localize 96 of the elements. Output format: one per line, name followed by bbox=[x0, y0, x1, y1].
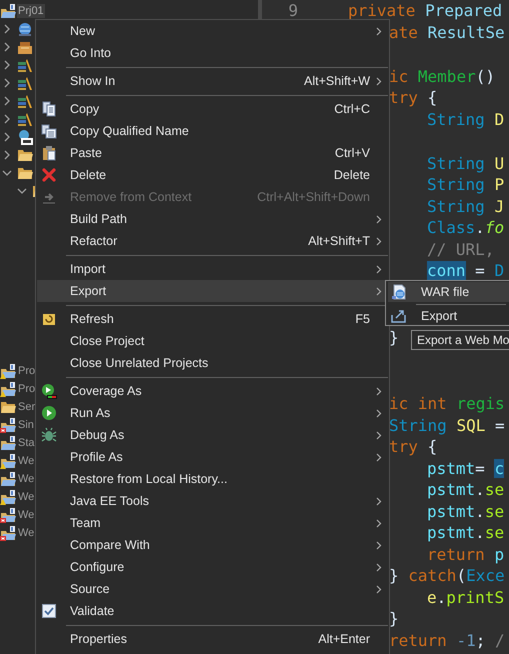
code-line: try { bbox=[389, 437, 438, 456]
tree-item-label[interactable]: Sin bbox=[17, 418, 35, 432]
menu-item[interactable]: Show In Alt+Shift+W bbox=[37, 70, 388, 92]
delete-icon bbox=[41, 167, 57, 183]
paste-icon bbox=[41, 145, 57, 161]
tree-item-label[interactable]: Ser bbox=[17, 400, 36, 414]
books-icon bbox=[17, 93, 33, 109]
menu-item[interactable]: Debug As bbox=[37, 424, 388, 446]
books-icon bbox=[17, 111, 33, 127]
tree-item-label[interactable]: We bbox=[17, 526, 36, 540]
server-icon bbox=[17, 129, 33, 145]
menu-item[interactable]: Validate bbox=[37, 600, 388, 622]
menu-item[interactable]: Coverage As bbox=[37, 380, 388, 402]
project-folder-icon bbox=[0, 3, 16, 19]
menu-item[interactable]: Paste Ctrl+V bbox=[37, 142, 388, 164]
menu-item[interactable]: New bbox=[37, 20, 388, 42]
menu-item[interactable]: Build Path bbox=[37, 208, 388, 230]
menu-item[interactable]: Copy Qualified Name bbox=[37, 120, 388, 142]
code-line: ate ResultSe bbox=[389, 22, 505, 42]
code-line: pstmt.se bbox=[427, 502, 504, 521]
copy-icon bbox=[41, 123, 57, 139]
menu-item[interactable]: Properties Alt+Enter bbox=[37, 628, 388, 650]
code-line: conn = D bbox=[427, 261, 504, 280]
project-folder-icon bbox=[0, 435, 16, 451]
menu-item[interactable]: Close Project bbox=[37, 330, 388, 352]
tree-item-label[interactable]: We bbox=[17, 454, 36, 468]
project-folder-icon bbox=[0, 417, 16, 433]
project-folder-icon bbox=[0, 471, 16, 487]
coverage-icon bbox=[41, 383, 57, 399]
bug-icon bbox=[41, 427, 57, 443]
code-line: Class.fo bbox=[427, 218, 504, 238]
folder-icon bbox=[17, 147, 33, 163]
project-folder-icon bbox=[0, 363, 16, 379]
tree-item-label[interactable]: We bbox=[17, 490, 36, 504]
menu-item[interactable]: Restore from Local History... bbox=[37, 468, 388, 490]
checkbox-icon bbox=[41, 603, 57, 619]
menu-item[interactable]: Java EE Tools bbox=[37, 490, 388, 512]
code-line: } catch(Exce bbox=[389, 566, 505, 586]
code-line: String J bbox=[427, 196, 504, 216]
menu-item[interactable]: Configure bbox=[37, 556, 388, 578]
menu-item[interactable]: Go Into bbox=[37, 42, 388, 64]
project-folder-icon bbox=[0, 507, 16, 523]
folder-icon bbox=[0, 399, 16, 415]
code-line: return -1; / bbox=[389, 630, 505, 650]
code-line: pstmt= c bbox=[427, 458, 504, 478]
tree-item-label[interactable]: Sta bbox=[17, 436, 36, 450]
project-folder-icon bbox=[0, 489, 16, 505]
code-line: String U bbox=[427, 154, 504, 173]
code-line: } bbox=[389, 328, 399, 347]
jar-icon bbox=[17, 39, 33, 55]
menu-item[interactable]: Delete Delete bbox=[37, 164, 388, 186]
tree-item-label[interactable]: We bbox=[17, 508, 36, 522]
code-line: return p bbox=[427, 544, 504, 564]
menu-item[interactable]: Close Unrelated Projects bbox=[37, 352, 388, 374]
code-line: String D bbox=[427, 110, 504, 129]
run-icon bbox=[41, 405, 57, 421]
code-line: } bbox=[389, 609, 399, 628]
menu-item[interactable]: Team bbox=[37, 512, 388, 534]
menu-item[interactable]: Compare With bbox=[37, 534, 388, 556]
menu-item[interactable]: WAR file bbox=[388, 282, 509, 302]
menu-item[interactable]: Import bbox=[37, 258, 388, 280]
globe-icon bbox=[17, 21, 33, 37]
tree-item-label[interactable]: Pro bbox=[17, 364, 36, 378]
tree-item-label[interactable]: Prj01 bbox=[17, 4, 45, 18]
tooltip: Export a Web Mo bbox=[411, 330, 509, 350]
tree-item-label[interactable]: We bbox=[17, 472, 36, 486]
line-number: 9 bbox=[288, 1, 298, 20]
menu-item[interactable]: Refresh F5 bbox=[37, 308, 388, 330]
code-line: pstmt.se bbox=[427, 523, 504, 542]
books-icon bbox=[17, 75, 33, 91]
menu-item[interactable]: Run As bbox=[37, 402, 388, 424]
books-icon bbox=[17, 57, 33, 73]
folder-icon bbox=[17, 165, 33, 181]
code-line: ic Member() bbox=[389, 66, 495, 86]
project-folder-icon bbox=[0, 453, 16, 469]
menu-item[interactable]: Profile As bbox=[37, 446, 388, 468]
project-folder-icon bbox=[0, 381, 16, 397]
menu-item[interactable]: Refactor Alt+Shift+T bbox=[37, 230, 388, 252]
menu-item[interactable]: Export bbox=[37, 280, 388, 302]
code-line: // URL, bbox=[427, 240, 494, 259]
code-line: pstmt.se bbox=[427, 480, 504, 500]
menu-item[interactable]: Export bbox=[388, 307, 509, 325]
code-line: String SQL = bbox=[389, 416, 505, 435]
menu-item[interactable]: Source bbox=[37, 578, 388, 600]
code-line: private Prepared bbox=[348, 1, 502, 20]
menu-item[interactable]: Copy Ctrl+C bbox=[37, 98, 388, 120]
code-line: try { bbox=[389, 88, 438, 108]
copy-icon bbox=[41, 101, 57, 117]
code-line: String P bbox=[427, 175, 504, 194]
tree-item-label[interactable]: Pro bbox=[17, 382, 36, 396]
web-archive-icon bbox=[391, 284, 407, 300]
project-folder-icon bbox=[0, 525, 16, 541]
code-line: ic int regis bbox=[389, 394, 505, 414]
code-line: e.printS bbox=[427, 588, 504, 607]
refresh-icon bbox=[41, 311, 57, 327]
export-icon bbox=[391, 308, 407, 324]
